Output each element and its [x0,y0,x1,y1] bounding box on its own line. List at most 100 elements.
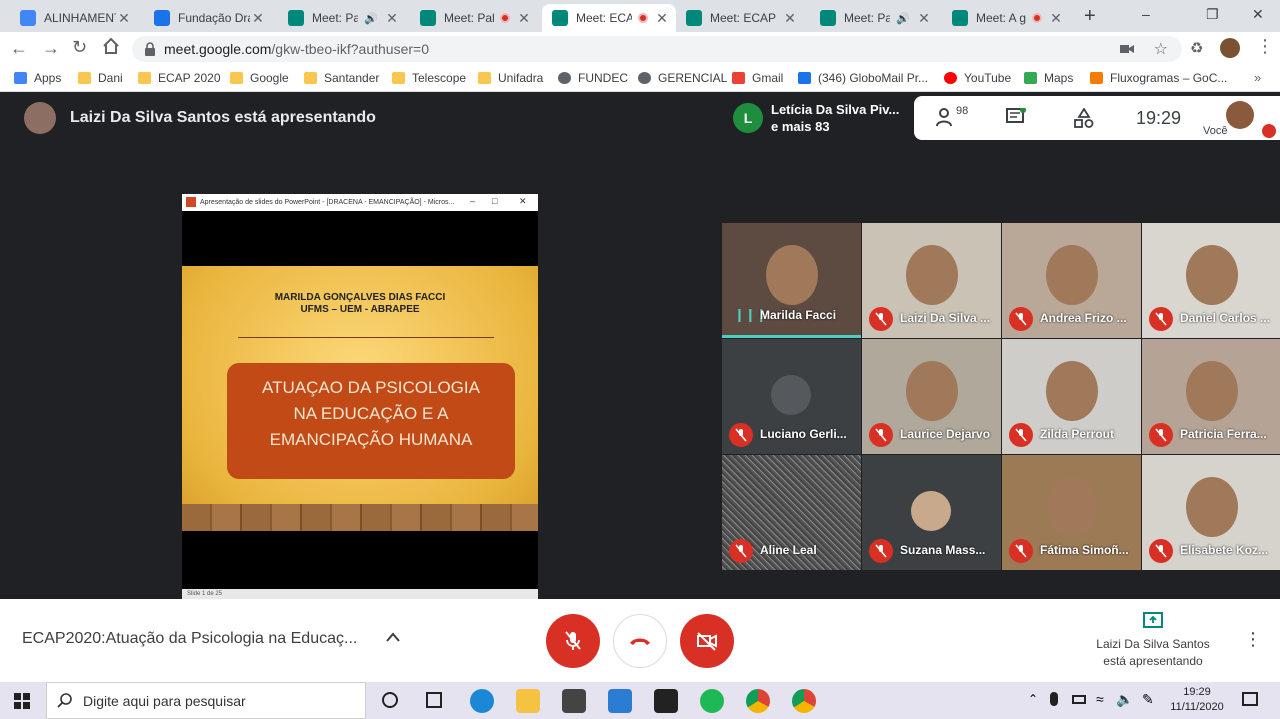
leave-call-button[interactable] [613,614,667,668]
sticky-notes-icon[interactable] [654,689,678,713]
browser-toolbar: ← → ↻ meet.google.com/gkw-tbeo-ikf?authu… [0,32,1280,66]
chat-icon[interactable] [1006,107,1026,131]
bookmark-item[interactable]: Maps [1024,71,1073,85]
close-window-icon[interactable]: ✕ [1252,6,1264,23]
bookmark-item[interactable]: Santander [304,71,379,85]
pinned-name: Letícia Da Silva Piv... [771,102,900,117]
pen-icon[interactable]: ✎ [1142,691,1154,708]
activities-icon[interactable] [1074,107,1094,133]
participant-tile[interactable]: Laizi Da Silva ... [862,223,1001,338]
bookmark-star-icon[interactable]: ☆ [1154,39,1168,59]
participant-initial-avatar: L [733,103,763,133]
participant-tile[interactable]: Daniel Carlos ... [1142,223,1280,338]
speaker-icon[interactable]: 🔈 [1116,691,1133,708]
new-tab-icon[interactable]: + [1084,5,1096,28]
chrome-icon[interactable] [746,689,770,713]
bookmark-item[interactable]: Gmail [732,71,783,85]
browser-tab[interactable]: Fundação Dracena✕ [144,4,272,32]
participant-tile[interactable]: Aline Leal [722,455,861,570]
tab-close-icon[interactable]: ✕ [250,10,266,27]
file-explorer-icon[interactable] [516,689,540,713]
bookmark-item[interactable]: Google [230,71,289,85]
address-bar[interactable]: meet.google.com/gkw-tbeo-ikf?authuser=0 … [132,36,1182,62]
task-view-icon[interactable] [426,692,442,708]
back-arrow-icon[interactable]: ← [10,38,28,59]
tab-close-icon[interactable]: ✕ [384,10,400,27]
participant-tile[interactable]: Patricia Ferra... [1142,339,1280,454]
profile-avatar[interactable] [1220,38,1240,58]
bookmark-item[interactable]: Telescope [392,71,466,85]
reload-icon[interactable]: ↻ [72,37,87,58]
chrome-profile-icon[interactable] [792,689,816,713]
minimize-window-icon[interactable]: – [1142,6,1150,22]
restore-window-icon[interactable]: ❐ [1206,6,1219,23]
tab-close-icon[interactable]: ✕ [516,10,532,27]
battery-icon[interactable] [1072,695,1086,704]
tab-close-icon[interactable]: ✕ [116,10,132,27]
bookmark-item[interactable]: YouTube [944,71,1011,85]
bookmark-item[interactable]: Dani [78,71,123,85]
slide-author-name: MARILDA GONÇALVES DIAS FACCI [274,292,446,303]
microphone-tray-icon[interactable] [1050,692,1058,706]
bookmark-item[interactable]: Unifadra [478,71,543,85]
folder-icon [304,72,317,84]
notifications-icon[interactable] [1242,692,1258,706]
taskbar-clock[interactable]: 19:29 11/11/2020 [1164,685,1230,715]
forward-arrow-icon[interactable]: → [42,38,60,59]
mic-toggle-button[interactable] [546,614,600,668]
store-icon[interactable] [562,689,586,713]
spotify-icon[interactable] [700,689,724,713]
tab-close-icon[interactable]: ✕ [654,10,670,27]
present-screen-icon[interactable] [1143,612,1163,633]
bookmark-item[interactable]: Apps [14,71,61,85]
windows-start-icon[interactable] [14,693,30,714]
minimize-icon: – [470,196,476,206]
search-icon [57,692,73,711]
browser-tab[interactable]: Meet: Palestra 🔊 ✕ [810,4,938,32]
participant-tile[interactable]: Zilda Perrout [1002,339,1141,454]
bookmark-label: FUNDEC [578,71,628,85]
browser-tab[interactable]: Meet: ECAP ✕ [542,4,676,32]
participant-tile[interactable]: Fátima Simoñ... [1002,455,1141,570]
tab-close-icon[interactable]: ✕ [782,10,798,27]
home-icon[interactable] [102,37,120,60]
meet-icon [552,10,568,26]
more-options-icon[interactable]: ⋮ [1244,629,1262,650]
wifi-icon[interactable]: ≈ [1096,691,1104,707]
participant-tile[interactable]: ❙❙❙ Marilda Facci [722,223,861,338]
taskbar-search-box[interactable]: Digite aqui para pesquisar [46,682,366,719]
browser-tab[interactable]: Meet: ECAP ✕ [676,4,804,32]
edge-icon[interactable] [470,689,494,713]
cortana-icon[interactable] [382,692,398,708]
bookmark-item[interactable]: ECAP 2020 [138,71,221,85]
bookmark-item[interactable]: FUNDEC [558,71,628,85]
participant-tile[interactable]: Suzana Mass... [862,455,1001,570]
browser-tab[interactable]: Meet: Palestra 🔊 ✕ [278,4,406,32]
muted-mic-icon [869,423,893,447]
browser-tab[interactable]: Meet: A gestão ✕ [942,4,1070,32]
participants-summary[interactable]: L Letícia Da Silva Piv... e mais 83 [725,96,913,140]
participant-tile[interactable]: Elisabete Koz... [1142,455,1280,570]
lock-icon [144,42,156,59]
bookmarks-overflow-icon[interactable]: » [1254,70,1261,85]
tab-close-icon[interactable]: ✕ [1048,10,1064,27]
bookmark-item[interactable]: Fluxogramas – GoC... [1090,71,1227,85]
browser-tab[interactable]: ALINHAMENTO✕ [10,4,138,32]
meeting-title[interactable]: ECAP2020:Atuação da Psicologia na Educaç… [22,630,357,648]
participant-tile[interactable]: Luciano Gerli... [722,339,861,454]
extensions-icon[interactable]: ♻ [1190,39,1203,57]
browser-menu-icon[interactable]: ⋮ [1256,36,1274,57]
tab-close-icon[interactable]: ✕ [916,10,932,27]
chevron-up-icon[interactable] [386,629,400,647]
mail-icon[interactable] [608,689,632,713]
browser-tab[interactable]: Meet: Palestra ✕ [410,4,538,32]
people-icon[interactable] [936,107,958,132]
participant-tile[interactable]: Andrea Frizo ... [1002,223,1141,338]
camera-toggle-button[interactable] [680,614,734,668]
bookmark-item[interactable]: (346) GloboMail Pr... [798,71,928,85]
muted-mic-icon [869,307,893,331]
camera-blocked-icon[interactable] [1120,42,1134,58]
participant-tile[interactable]: Laurice Dejarvo [862,339,1001,454]
bookmark-item[interactable]: GERENCIAL [638,71,727,85]
tray-chevron-up-icon[interactable]: ⌃ [1028,692,1038,706]
